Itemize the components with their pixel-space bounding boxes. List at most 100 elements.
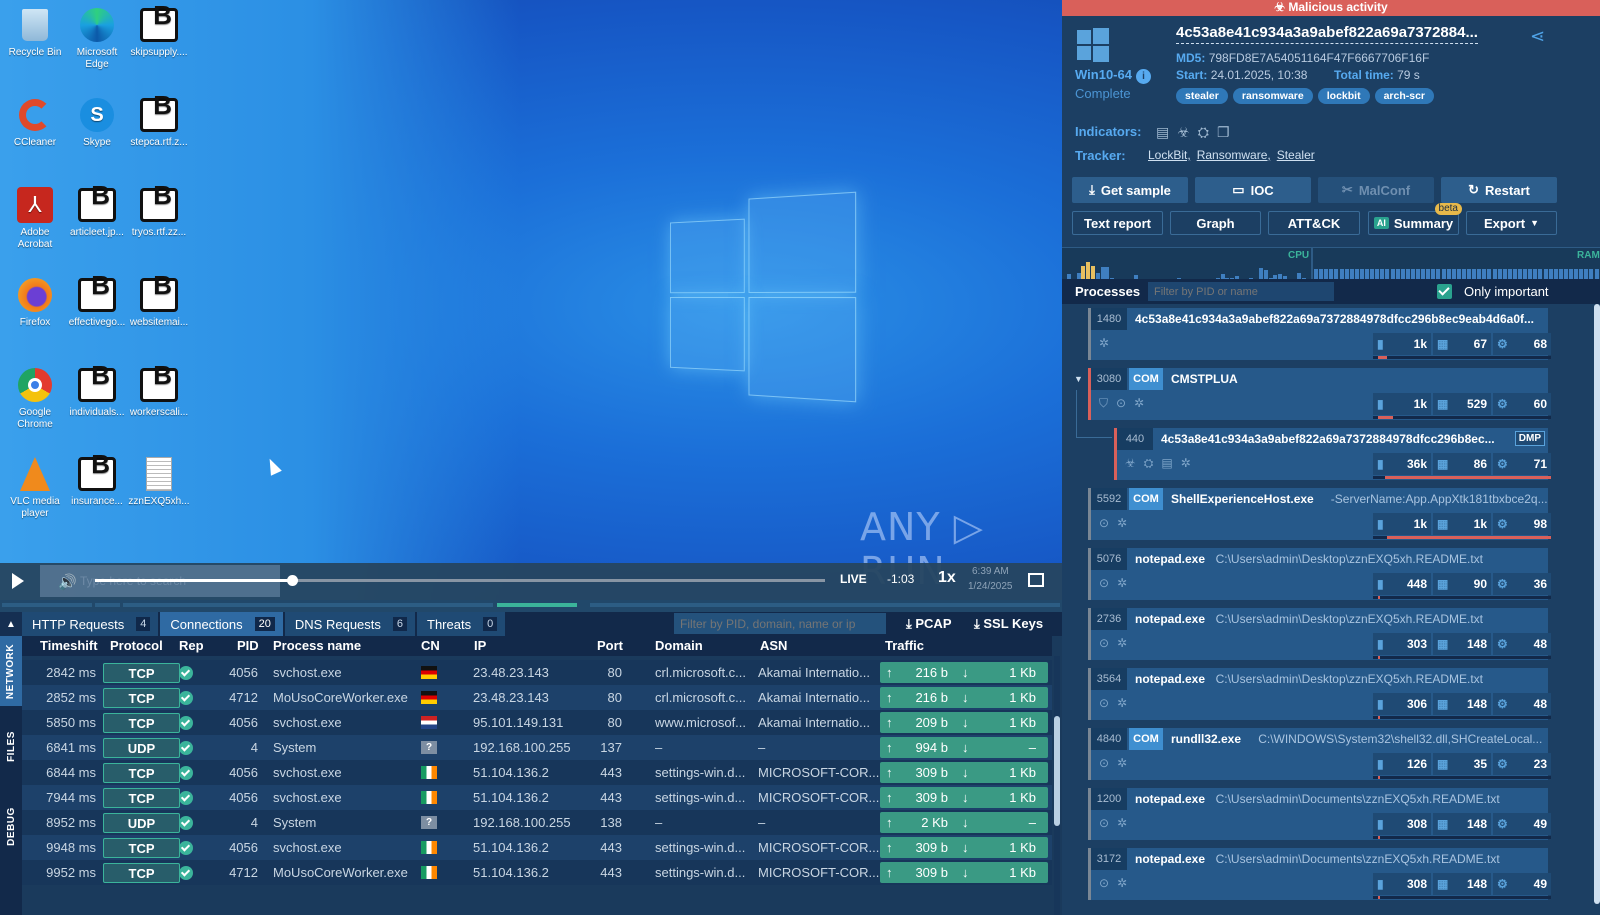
spy-icon[interactable]: ⛭ xyxy=(1198,124,1209,141)
connection-row[interactable]: 5850 ms TCP 4056 svchost.exe 95.101.149.131 8… xyxy=(22,710,1052,735)
col-port[interactable]: Port xyxy=(597,638,623,653)
connection-row[interactable]: 2852 ms TCP 4712 MoUsoCoreWorker.exe 23.48.2… xyxy=(22,685,1052,710)
desktop-icon-chrome[interactable]: Google Chrome xyxy=(4,366,66,431)
attck-button[interactable]: ATT&CK xyxy=(1268,211,1360,235)
only-important-checkbox[interactable] xyxy=(1437,284,1452,299)
get-sample-button[interactable]: ⤓ Get sample xyxy=(1072,177,1188,203)
process-card[interactable]: 1480 4c53a8e41c934a3a9abef822a69a73728849… xyxy=(1088,308,1551,360)
files-stat[interactable]: ▮ 1k xyxy=(1373,513,1431,535)
col-timeshift[interactable]: Timeshift xyxy=(40,638,98,653)
ioc-button[interactable]: ▭ IOC xyxy=(1195,177,1311,203)
modules-stat[interactable]: ⚙ 48 xyxy=(1493,693,1551,715)
binary-file-icon[interactable]: ▤ xyxy=(1156,124,1169,141)
biohazard-icon[interactable]: ☣ xyxy=(1125,456,1136,471)
registry-stat[interactable]: ▦ 1k xyxy=(1433,513,1491,535)
gear-network-icon[interactable]: ✲ xyxy=(1117,636,1127,650)
gear-network-icon[interactable]: ✲ xyxy=(1117,576,1127,590)
process-card[interactable]: 1200 notepad.exe C:\Users\admin\Documents\… xyxy=(1088,788,1551,840)
biohazard-icon[interactable]: ☣ xyxy=(1177,124,1190,141)
desktop-icon-skype[interactable]: S Skype xyxy=(66,96,128,149)
certificate-icon[interactable]: ⊙ xyxy=(1099,876,1109,890)
desktop-icon-lockbit-file[interactable]: skipsupply.... xyxy=(128,6,190,59)
files-stat[interactable]: ▮ 448 xyxy=(1373,573,1431,595)
registry-stat[interactable]: ▦ 35 xyxy=(1433,753,1491,775)
desktop-icon-lockbit-file[interactable]: websitemai... xyxy=(128,276,190,329)
restart-button[interactable]: ↻ Restart xyxy=(1441,177,1557,203)
registry-stat[interactable]: ▦ 529 xyxy=(1433,393,1491,415)
gear-network-icon[interactable]: ✲ xyxy=(1181,456,1191,471)
collapse-panel-button[interactable]: ▲ xyxy=(0,612,22,636)
seek-handle[interactable] xyxy=(287,575,299,586)
process-list-scrollbar[interactable] xyxy=(1594,304,1600,915)
connection-row[interactable]: 9948 ms TCP 4056 svchost.exe 51.104.136.2 443… xyxy=(22,835,1052,860)
play-button[interactable] xyxy=(12,573,24,589)
desktop-icon-lockbit-file[interactable]: individuals... xyxy=(66,366,128,419)
registry-stat[interactable]: ▦ 148 xyxy=(1433,813,1491,835)
gear-network-icon[interactable]: ✲ xyxy=(1117,516,1127,530)
tab-dns-requests[interactable]: DNS Requests 6 xyxy=(284,612,416,636)
tab-http-requests[interactable]: HTTP Requests 4 xyxy=(22,612,159,636)
gear-network-icon[interactable]: ✲ xyxy=(1117,696,1127,710)
expand-caret-icon[interactable]: ▼ xyxy=(1074,374,1083,384)
tab-threats[interactable]: Threats 0 xyxy=(417,612,506,636)
col-domain[interactable]: Domain xyxy=(655,638,703,653)
desktop-icon-lockbit-file[interactable]: stepca.rtf.z... xyxy=(128,96,190,149)
desktop-icon-text-file[interactable]: zznEXQ5xh... xyxy=(128,455,190,508)
spy-icon[interactable]: ⛭ xyxy=(1144,456,1154,471)
connections-filter-input[interactable] xyxy=(674,613,886,634)
col-rep[interactable]: Rep xyxy=(179,638,204,653)
registry-stat[interactable]: ▦ 148 xyxy=(1433,873,1491,895)
gear-network-icon[interactable]: ✲ xyxy=(1117,816,1127,830)
desktop-icon-edge[interactable]: Microsoft Edge xyxy=(66,6,128,71)
desktop-icon-lockbit-file[interactable]: effectivego... xyxy=(66,276,128,329)
text-report-button[interactable]: Text report xyxy=(1072,211,1163,235)
process-card[interactable]: 440 4c53a8e41c934a3a9abef822a69a737288497… xyxy=(1114,428,1551,480)
binary-file-icon[interactable]: ▤ xyxy=(1161,456,1172,471)
certificate-icon[interactable]: ⊙ xyxy=(1099,636,1109,650)
certificate-icon[interactable]: ⊙ xyxy=(1099,516,1109,530)
desktop-icon-lockbit-file[interactable]: articleet.jp... xyxy=(66,186,128,239)
side-tab-network[interactable]: NETWORK xyxy=(0,636,22,706)
col-process-name[interactable]: Process name xyxy=(273,638,361,653)
connection-row[interactable]: 9952 ms TCP 4712 MoUsoCoreWorker.exe 51.104.… xyxy=(22,860,1052,885)
certificate-icon[interactable]: ⊙ xyxy=(1099,576,1109,590)
tracker-link[interactable]: Ransomware, xyxy=(1197,148,1271,162)
tag-stealer[interactable]: stealer xyxy=(1176,88,1228,104)
gear-network-icon[interactable]: ✲ xyxy=(1117,876,1127,890)
gear-network-icon[interactable]: ✲ xyxy=(1134,396,1144,411)
fullscreen-icon[interactable] xyxy=(1028,573,1044,587)
certificate-icon[interactable]: ⊙ xyxy=(1099,696,1109,710)
certificate-icon[interactable]: ⊙ xyxy=(1099,816,1109,830)
files-stat[interactable]: ▮ 303 xyxy=(1373,633,1431,655)
vm-screen[interactable]: Recycle Bin Microsoft Edge skipsupply.... C… xyxy=(0,0,1062,612)
certificate-icon[interactable]: ⊙ xyxy=(1116,396,1126,411)
desktop-icon-firefox[interactable]: Firefox xyxy=(4,276,66,329)
export-dropdown[interactable]: Export ▼ xyxy=(1466,211,1557,235)
tab-connections[interactable]: Connections 20 xyxy=(160,612,283,636)
timeline-track[interactable] xyxy=(0,600,1062,612)
desktop-icon-lockbit-file[interactable]: workerscali... xyxy=(128,366,190,419)
process-card[interactable]: 3172 notepad.exe C:\Users\admin\Documents\… xyxy=(1088,848,1551,900)
sample-hash[interactable]: 4c53a8e41c934a3a9abef822a69a7372884... xyxy=(1176,24,1478,44)
files-stat[interactable]: ▮ 1k xyxy=(1373,333,1431,355)
gear-network-icon[interactable]: ✲ xyxy=(1117,756,1127,770)
tag-arch-scr[interactable]: arch-scr xyxy=(1374,88,1435,104)
col-traffic[interactable]: Traffic xyxy=(885,638,924,653)
modules-stat[interactable]: ⚙ 23 xyxy=(1493,753,1551,775)
files-stat[interactable]: ▮ 306 xyxy=(1373,693,1431,715)
share-icon[interactable]: ⋖ xyxy=(1530,26,1545,47)
registry-stat[interactable]: ▦ 90 xyxy=(1433,573,1491,595)
registry-stat[interactable]: ▦ 86 xyxy=(1433,453,1491,475)
modules-stat[interactable]: ⚙ 60 xyxy=(1493,393,1551,415)
col-cn[interactable]: CN xyxy=(421,638,440,653)
pcap-download-button[interactable]: ⤓ PCAP xyxy=(906,616,952,632)
process-card[interactable]: 5592 COM ShellExperienceHost.exe -ServerNam… xyxy=(1088,488,1551,540)
desktop-icon-vlc[interactable]: VLC media player xyxy=(4,455,66,520)
tracker-link[interactable]: Stealer xyxy=(1277,148,1315,162)
gear-network-icon[interactable]: ✲ xyxy=(1099,336,1109,350)
tracker-link[interactable]: LockBit, xyxy=(1148,148,1191,162)
tag-lockbit[interactable]: lockbit xyxy=(1317,88,1370,104)
registry-stat[interactable]: ▦ 67 xyxy=(1433,333,1491,355)
files-stat[interactable]: ▮ 1k xyxy=(1373,393,1431,415)
connection-row[interactable]: 7944 ms TCP 4056 svchost.exe 51.104.136.2 443… xyxy=(22,785,1052,810)
